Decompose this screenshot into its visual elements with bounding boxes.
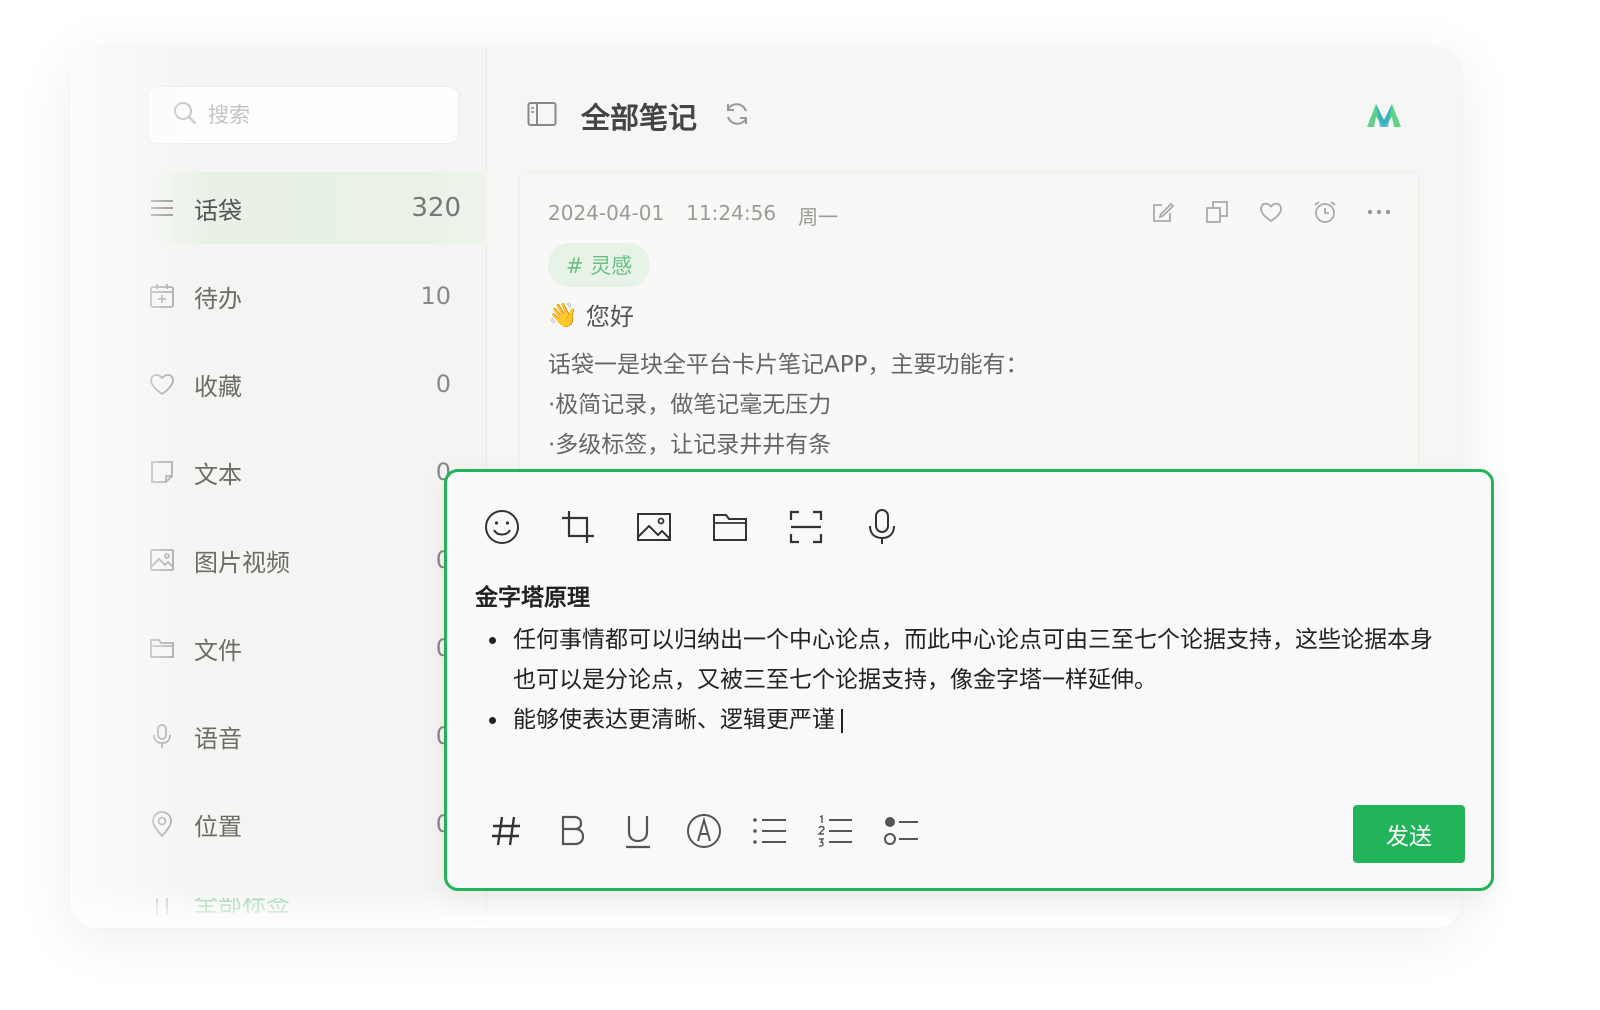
main-header: 全部笔记 (527, 92, 751, 140)
send-button[interactable]: 发送 (1353, 805, 1465, 863)
editor-bullet-text: 能够使表达更清晰、逻辑更严谨 (513, 707, 835, 733)
note-meta: 2024-04-01 11:24:56 周一 (548, 201, 838, 230)
editor-toolbar-bottom (487, 812, 921, 850)
sidebar-item-label: 待办 (194, 284, 242, 313)
sidebar-item-text[interactable]: 文本 0 (130, 436, 487, 508)
bold-icon[interactable] (553, 812, 591, 850)
emoji-icon[interactable] (483, 508, 521, 546)
sidebar-item-files[interactable]: 文件 0 (130, 612, 487, 684)
more-options-icon[interactable] (1366, 199, 1392, 225)
note-time: 11:24:56 (686, 201, 777, 225)
list-icon (148, 194, 176, 222)
search-icon (172, 100, 198, 130)
editor-heading: 金字塔原理 (475, 585, 590, 611)
note-line: ·极简记录，做笔记毫无压力 (548, 392, 832, 418)
note-icon (148, 458, 176, 486)
note-card[interactable]: 2024-04-01 11:24:56 周一 # 灵感 👋 您好 话袋一是块全平… (519, 172, 1419, 492)
sidebar-item-label: 文件 (194, 636, 242, 665)
sidebar-item-voice[interactable]: 语音 0 (130, 700, 487, 772)
sidebar-item-count: 320 (411, 193, 461, 223)
alarm-clock-icon[interactable] (1312, 199, 1338, 225)
text-caret (841, 708, 843, 733)
sidebar: 话袋 320 待办 10 收藏 0 文本 0 (70, 48, 487, 928)
image-icon (148, 546, 176, 574)
sidebar-item-count: 0 (435, 370, 451, 398)
sidebar-item-huadai[interactable]: 话袋 320 (130, 172, 487, 244)
sidebar-item-favorites[interactable]: 收藏 0 (130, 348, 487, 420)
search-input[interactable] (208, 103, 448, 127)
favorite-heart-icon[interactable] (1258, 199, 1284, 225)
sidebar-item-all-tags[interactable]: 全部标签 (130, 898, 487, 918)
scan-icon[interactable] (787, 508, 825, 546)
wave-emoji-icon: 👋 (548, 300, 578, 329)
note-greeting: 👋 您好 (548, 297, 634, 332)
refresh-icon[interactable] (723, 100, 751, 132)
sidebar-item-label: 收藏 (194, 372, 242, 401)
note-line: ·多级标签，让记录井井有条 (548, 432, 832, 458)
folder-icon (148, 634, 176, 662)
sidebar-item-label: 全部标签 (194, 898, 290, 917)
editor-toolbar-top (483, 508, 901, 546)
sidebar-item-label: 位置 (194, 812, 242, 841)
sidebar-item-label: 文本 (194, 460, 242, 489)
editor-bullet: 任何事情都可以归纳出一个中心论点，而此中心论点可由三至七个论据支持，这些论据本身… (489, 620, 1451, 700)
editor-bullet: 能够使表达更清晰、逻辑更严谨 (489, 700, 1451, 740)
sidebar-item-label: 语音 (194, 724, 242, 753)
editor-bullet-list: 任何事情都可以归纳出一个中心论点，而此中心论点可由三至七个论据支持，这些论据本身… (475, 620, 1451, 740)
editor-content[interactable]: 金字塔原理 任何事情都可以归纳出一个中心论点，而此中心论点可由三至七个论据支持，… (475, 578, 1451, 740)
search-box[interactable] (147, 86, 459, 144)
note-greeting-text: 您好 (585, 303, 634, 331)
image-icon[interactable] (635, 508, 673, 546)
checklist-icon[interactable] (883, 812, 921, 850)
folder-icon[interactable] (711, 508, 749, 546)
note-weekday: 周一 (798, 205, 839, 229)
tag-icon (148, 898, 176, 918)
copy-icon[interactable] (1204, 199, 1230, 225)
note-editor[interactable]: 金字塔原理 任何事情都可以归纳出一个中心论点，而此中心论点可由三至七个论据支持，… (444, 469, 1494, 891)
heart-icon (148, 370, 176, 398)
mention-icon[interactable] (685, 812, 723, 850)
sidebar-item-media[interactable]: 图片视频 0 (130, 524, 487, 596)
sidebar-toggle-icon[interactable] (527, 101, 557, 131)
note-body: 话袋一是块全平台卡片笔记APP，主要功能有： ·极简记录，做笔记毫无压力 ·多级… (548, 345, 1028, 465)
sidebar-item-count: 10 (420, 282, 451, 310)
sidebar-item-label: 话袋 (194, 196, 242, 225)
numbered-list-icon[interactable] (817, 812, 855, 850)
calendar-icon (148, 282, 176, 310)
note-actions (1150, 199, 1392, 225)
note-tag[interactable]: # 灵感 (548, 243, 651, 287)
bulleted-list-icon[interactable] (751, 812, 789, 850)
crop-icon[interactable] (559, 508, 597, 546)
brand-logo (1366, 102, 1402, 132)
microphone-icon[interactable] (863, 508, 901, 546)
hashtag-icon[interactable] (487, 812, 525, 850)
microphone-icon (148, 722, 176, 750)
sidebar-item-todo[interactable]: 待办 10 (130, 260, 487, 332)
underline-icon[interactable] (619, 812, 657, 850)
note-date: 2024-04-01 (548, 201, 665, 225)
sidebar-item-label: 图片视频 (194, 548, 290, 577)
edit-icon[interactable] (1150, 199, 1176, 225)
page-title: 全部笔记 (581, 101, 698, 135)
note-line: 话袋一是块全平台卡片笔记APP，主要功能有： (548, 352, 1029, 378)
sidebar-item-location[interactable]: 位置 0 (130, 788, 487, 860)
location-pin-icon (148, 810, 176, 838)
